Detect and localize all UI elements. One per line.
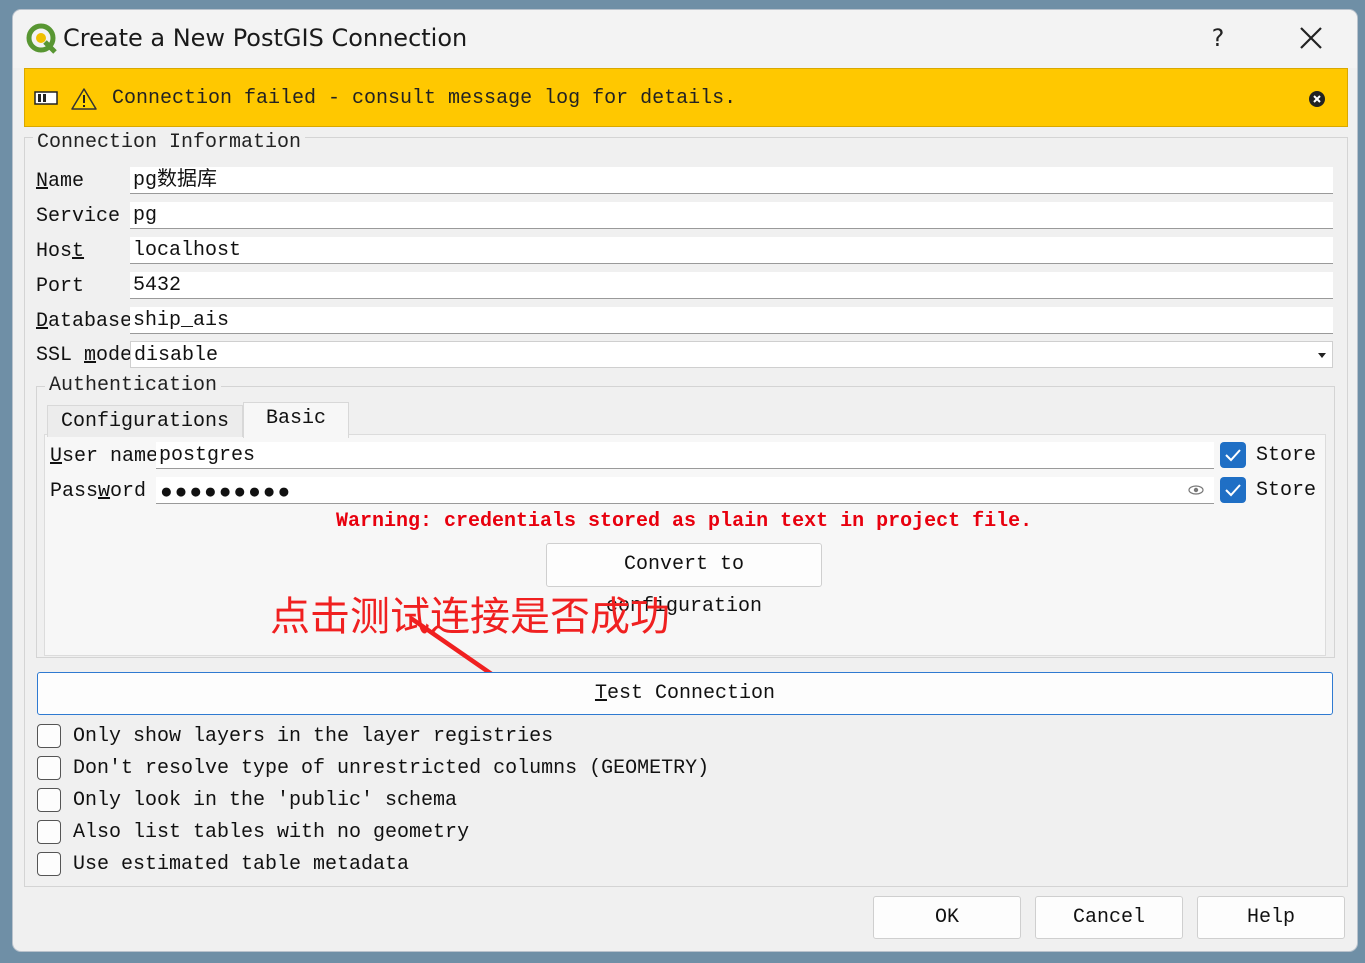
store-password-label: Store	[1256, 479, 1317, 502]
password-label: Password	[50, 480, 147, 503]
authentication-group-title: Authentication	[45, 374, 222, 397]
database-field[interactable]: ship_ais	[130, 307, 1333, 334]
help-button[interactable]: Help	[1197, 896, 1345, 939]
help-title-button[interactable]: ?	[1203, 20, 1233, 56]
ssl-mode-label: SSL mode	[36, 344, 133, 367]
option-label: Also list tables with no geometry	[73, 821, 470, 844]
service-label: Service	[36, 205, 121, 228]
host-label: Host	[36, 240, 85, 263]
message-log-icon[interactable]	[34, 91, 58, 105]
ssl-mode-select[interactable]: disable	[130, 341, 1333, 368]
store-username-checkbox[interactable]	[1220, 442, 1246, 468]
postgis-connection-dialog: Create a New PostGIS Connection ? Connec…	[13, 10, 1357, 951]
tab-basic[interactable]: Basic	[243, 402, 349, 438]
option-checkbox[interactable]	[37, 756, 61, 780]
option-label: Only look in the 'public' schema	[73, 789, 458, 812]
store-password-checkbox[interactable]	[1220, 477, 1246, 503]
window-title: Create a New PostGIS Connection	[63, 24, 468, 52]
check-icon	[1225, 449, 1241, 462]
message-bar: Connection failed - consult message log …	[24, 68, 1348, 127]
port-label: Port	[36, 275, 85, 298]
option-checkbox[interactable]	[37, 852, 61, 876]
plain-text-warning: Warning: credentials stored as plain tex…	[336, 510, 1033, 533]
password-masked-value: ●●●●●●●●●	[160, 480, 293, 503]
close-icon[interactable]	[1295, 22, 1327, 54]
database-label: Database	[36, 310, 133, 333]
check-icon	[1225, 484, 1241, 497]
warning-icon	[71, 88, 97, 110]
option-label: Don't resolve type of unrestricted colum…	[73, 757, 710, 780]
ok-button[interactable]: OK	[873, 896, 1021, 939]
convert-to-configuration-button[interactable]: Convert to configuration	[546, 543, 822, 618]
option-label: Only show layers in the layer registries	[73, 725, 554, 748]
qgis-logo-icon	[26, 23, 57, 54]
title-bar: Create a New PostGIS Connection ?	[13, 10, 1357, 68]
user-name-label: User name	[50, 445, 159, 468]
store-username-label: Store	[1256, 444, 1317, 467]
eye-icon[interactable]	[1188, 483, 1204, 497]
option-label: Use estimated table metadata	[73, 853, 410, 876]
option-checkbox[interactable]	[37, 788, 61, 812]
dropdown-arrow-icon	[1318, 353, 1326, 358]
port-field[interactable]: 5432	[130, 272, 1333, 299]
test-connection-button[interactable]: Test Connection	[37, 672, 1333, 715]
name-field[interactable]: pg数据库	[130, 167, 1333, 194]
connection-group-title: Connection Information	[33, 131, 306, 154]
service-field[interactable]: pg	[130, 202, 1333, 229]
dismiss-icon[interactable]	[1308, 90, 1326, 108]
tab-configurations[interactable]: Configurations	[47, 405, 243, 437]
name-label: Name	[36, 170, 85, 193]
option-checkbox[interactable]	[37, 820, 61, 844]
user-name-field[interactable]: postgres	[156, 442, 1214, 469]
password-field[interactable]	[156, 477, 1214, 504]
option-checkbox[interactable]	[37, 724, 61, 748]
host-field[interactable]: localhost	[130, 237, 1333, 264]
banner-message: Connection failed - consult message log …	[112, 87, 737, 110]
ssl-mode-value: disable	[134, 344, 219, 367]
cancel-button[interactable]: Cancel	[1035, 896, 1183, 939]
